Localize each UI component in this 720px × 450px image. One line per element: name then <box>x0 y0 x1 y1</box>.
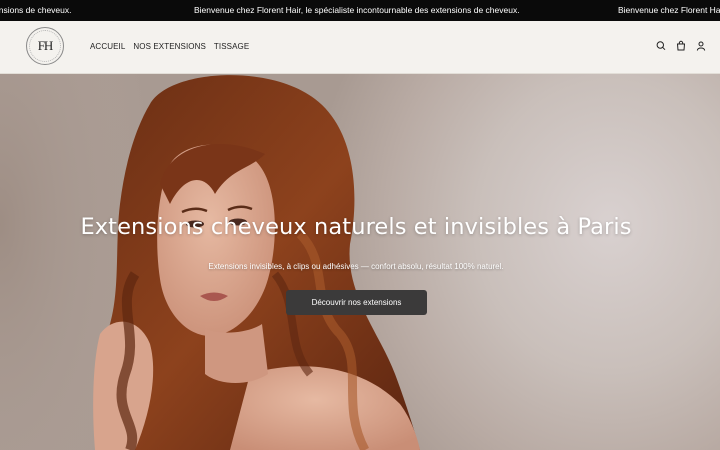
announcement-bar: ensions de cheveux. Bienvenue chez Flore… <box>0 0 720 21</box>
nav-item-nos-extensions[interactable]: NOS EXTENSIONS <box>133 42 206 51</box>
announcement-text: ensions de cheveux. <box>0 5 72 15</box>
hero-subtitle: Extensions invisibles, à clips ou adhési… <box>208 262 504 271</box>
header-icons <box>656 40 706 52</box>
hero-title: Extensions cheveux naturels et invisible… <box>80 214 632 240</box>
main-nav: ACCUEIL NOS EXTENSIONS TISSAGE <box>90 42 249 51</box>
announcement-text: Bienvenue chez Florent Hair, le spéciali… <box>194 5 520 15</box>
announcement-text: Bienvenue chez Florent Hair, <box>618 5 720 15</box>
nav-item-accueil[interactable]: ACCUEIL <box>90 42 125 51</box>
account-icon[interactable] <box>696 40 706 52</box>
cart-icon[interactable] <box>676 40 686 52</box>
logo[interactable]: FH <box>26 27 64 65</box>
logo-text: FH <box>37 38 54 53</box>
nav-item-tissage[interactable]: TISSAGE <box>214 42 249 51</box>
hero-banner: Extensions cheveux naturels et invisible… <box>0 74 720 450</box>
discover-extensions-button[interactable]: Découvrir nos extensions <box>286 290 427 315</box>
search-icon[interactable] <box>656 40 666 52</box>
site-header: FH ACCUEIL NOS EXTENSIONS TISSAGE <box>0 21 720 74</box>
